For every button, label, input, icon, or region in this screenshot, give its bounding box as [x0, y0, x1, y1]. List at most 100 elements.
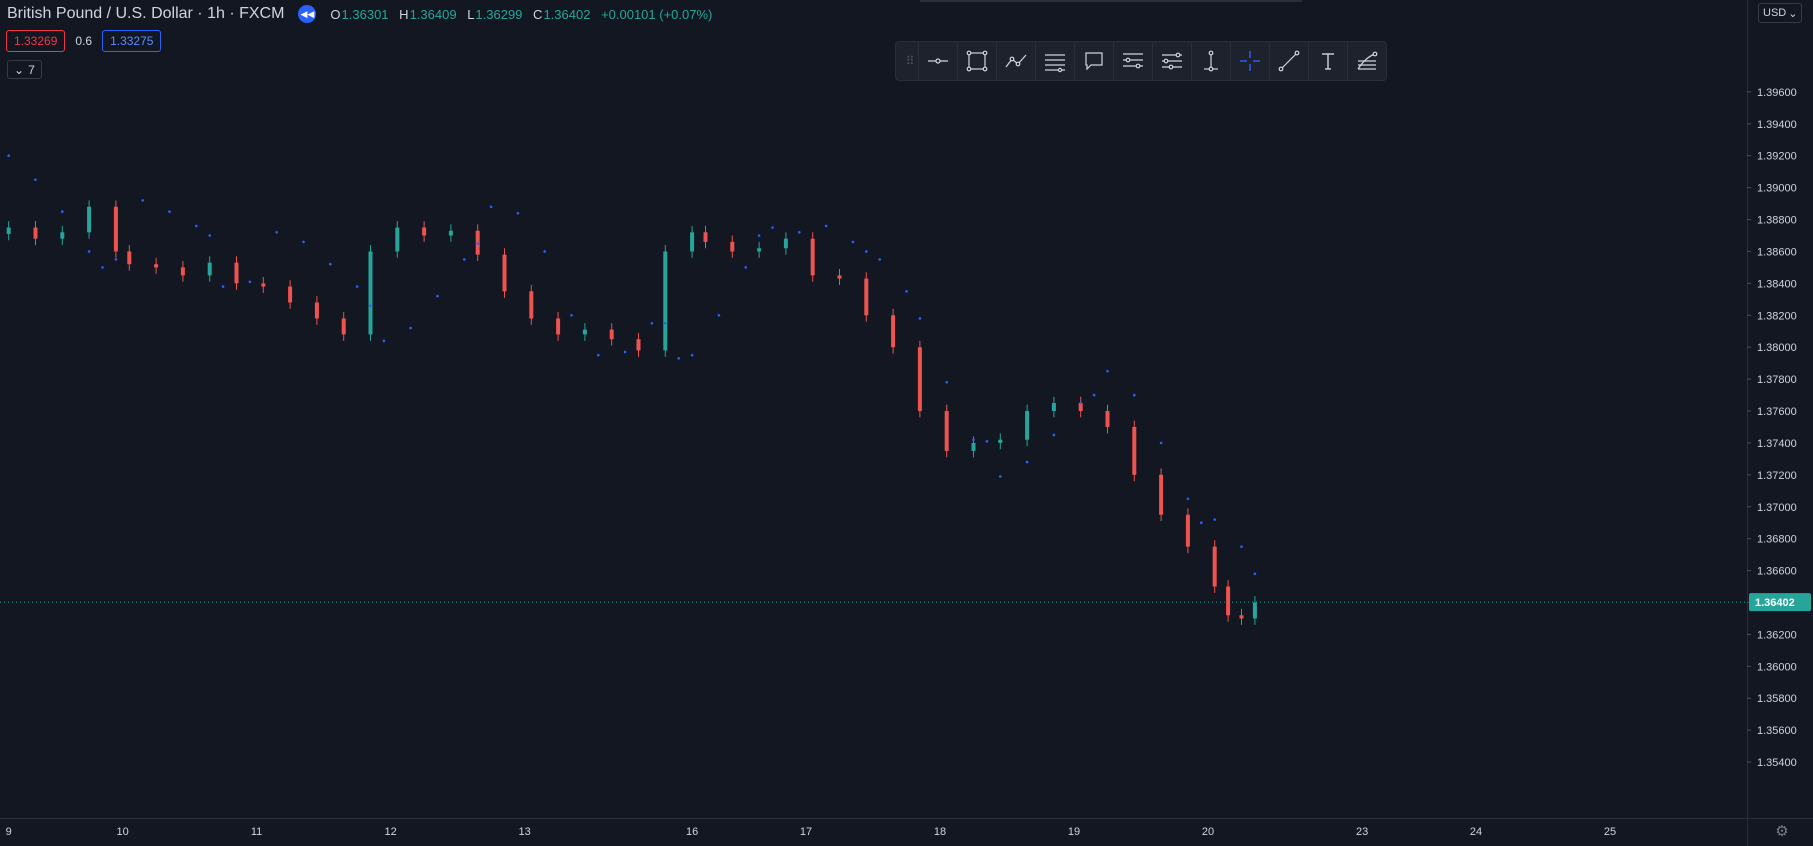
time-tick-label: 24: [1470, 826, 1482, 838]
price-tick-label: 1.39400: [1757, 119, 1797, 131]
vertical-measure-icon[interactable]: [1191, 42, 1230, 80]
price-tick-label: 1.38800: [1757, 215, 1797, 227]
price-tick-label: 1.39200: [1757, 151, 1797, 163]
drawing-toolbar: ⠿: [895, 41, 1387, 81]
sar-dot: [878, 258, 881, 261]
sar-dot: [1159, 441, 1163, 445]
indicators-toggle[interactable]: ⌄ 7: [7, 60, 42, 79]
sar-dot: [623, 350, 627, 354]
price-tick-label: 1.37200: [1757, 470, 1797, 482]
date-range-icon[interactable]: [1152, 42, 1191, 80]
sar-dot: [409, 326, 413, 330]
sar-dot: [101, 266, 104, 269]
candle-body: [703, 232, 708, 242]
candle-body: [609, 329, 614, 340]
candle-body: [663, 251, 668, 351]
indicators-count: 7: [28, 62, 35, 77]
sar-dot: [918, 317, 922, 320]
candle-body: [917, 347, 922, 412]
price-tick-label: 1.39000: [1757, 183, 1797, 195]
sar-dot: [905, 290, 908, 293]
sar-dot: [1133, 393, 1136, 397]
candle-body: [314, 302, 319, 319]
candle-body: [1105, 411, 1110, 427]
sar-dot: [369, 304, 372, 308]
settings-gear-icon[interactable]: ⚙: [1772, 822, 1792, 842]
text-icon[interactable]: [1308, 42, 1347, 80]
candle-body: [180, 267, 185, 276]
crosshair-icon[interactable]: [1230, 42, 1269, 80]
sar-dot: [275, 231, 279, 234]
candle-body: [368, 251, 373, 335]
candle-body: [1239, 615, 1244, 619]
candle-body: [1212, 546, 1217, 587]
sar-dot: [798, 231, 801, 234]
sar-dot: [1092, 393, 1096, 397]
sar-dot: [516, 211, 520, 215]
candle-body: [234, 262, 239, 284]
sar-dot: [1213, 518, 1216, 521]
time-tick-label: 11: [251, 826, 262, 838]
sell-button[interactable]: 1.33269: [6, 30, 66, 52]
sar-dot: [757, 234, 761, 237]
candle-body: [636, 339, 641, 351]
parallel-channel-icon[interactable]: [1035, 42, 1074, 80]
sar-dot: [717, 313, 721, 317]
price-tick-label: 1.37800: [1757, 374, 1797, 386]
sar-dot: [61, 210, 64, 213]
time-tick-label: 12: [384, 826, 396, 838]
sar-dot: [476, 242, 480, 245]
candle-body: [207, 262, 212, 276]
sar-dot: [221, 285, 225, 288]
buy-sell-panel: 1.33269 0.6 1.33275: [6, 30, 162, 52]
price-tick-label: 1.37400: [1757, 438, 1797, 450]
price-tick-label: 1.38000: [1757, 342, 1797, 354]
currency-selector[interactable]: USD ⌄: [1758, 3, 1803, 23]
callout-icon[interactable]: [1074, 42, 1113, 80]
candle-body: [502, 254, 507, 292]
rectangle-icon[interactable]: [957, 42, 996, 80]
sar-dot: [1186, 497, 1190, 501]
candle-body: [113, 206, 118, 252]
sar-dot: [972, 438, 975, 442]
candle-body: [837, 275, 842, 279]
candle-body: [1051, 403, 1056, 412]
price-tick-label: 1.36200: [1757, 629, 1797, 641]
low-label: L: [467, 6, 475, 22]
candle-body: [891, 315, 896, 348]
sar-dot: [87, 250, 91, 253]
symbol-title[interactable]: British Pound / U.S. Dollar · 1h · FXCM: [7, 5, 284, 23]
trend-line-icon[interactable]: [1269, 42, 1308, 80]
drag-handle-icon[interactable]: ⠿: [902, 54, 918, 68]
sar-dot: [489, 205, 493, 209]
sar-dot: [355, 285, 359, 288]
time-tick-label: 18: [934, 826, 946, 838]
replay-icon[interactable]: ◀◀: [298, 5, 317, 23]
candle-body: [87, 206, 92, 233]
candle-body: [783, 238, 788, 249]
chevron-down-icon: ⌄: [1788, 7, 1798, 20]
time-tick-label: 25: [1604, 826, 1616, 838]
sar-dot: [1253, 572, 1257, 576]
time-tick-label: 9: [6, 826, 12, 838]
price-tick-label: 1.38400: [1757, 278, 1797, 290]
fib-fan-icon[interactable]: [1347, 42, 1386, 80]
sar-dot: [329, 262, 332, 266]
sar-dot: [195, 224, 198, 228]
sar-dot: [570, 313, 573, 317]
price-tick-label: 1.37600: [1757, 406, 1797, 418]
price-range-icon[interactable]: [1113, 42, 1152, 80]
candle-body: [395, 227, 400, 252]
change-value: +0.00101 (+0.07%): [601, 6, 713, 22]
chart-canvas[interactable]: 1.39600 1.39400 1.39200 1.39000 1.38800 1.386…: [0, 0, 1813, 846]
horizontal-ray-icon[interactable]: [918, 42, 957, 80]
sar-dot: [208, 234, 211, 237]
price-tick-label: 1.39600: [1757, 87, 1797, 99]
sar-dot: [543, 250, 546, 253]
path-icon[interactable]: [996, 42, 1035, 80]
price-tick-label: 1.36600: [1757, 566, 1797, 578]
candle-body: [288, 286, 293, 303]
close-label: C: [533, 6, 543, 22]
sar-dot: [824, 224, 828, 228]
buy-button[interactable]: 1.33275: [102, 30, 162, 52]
